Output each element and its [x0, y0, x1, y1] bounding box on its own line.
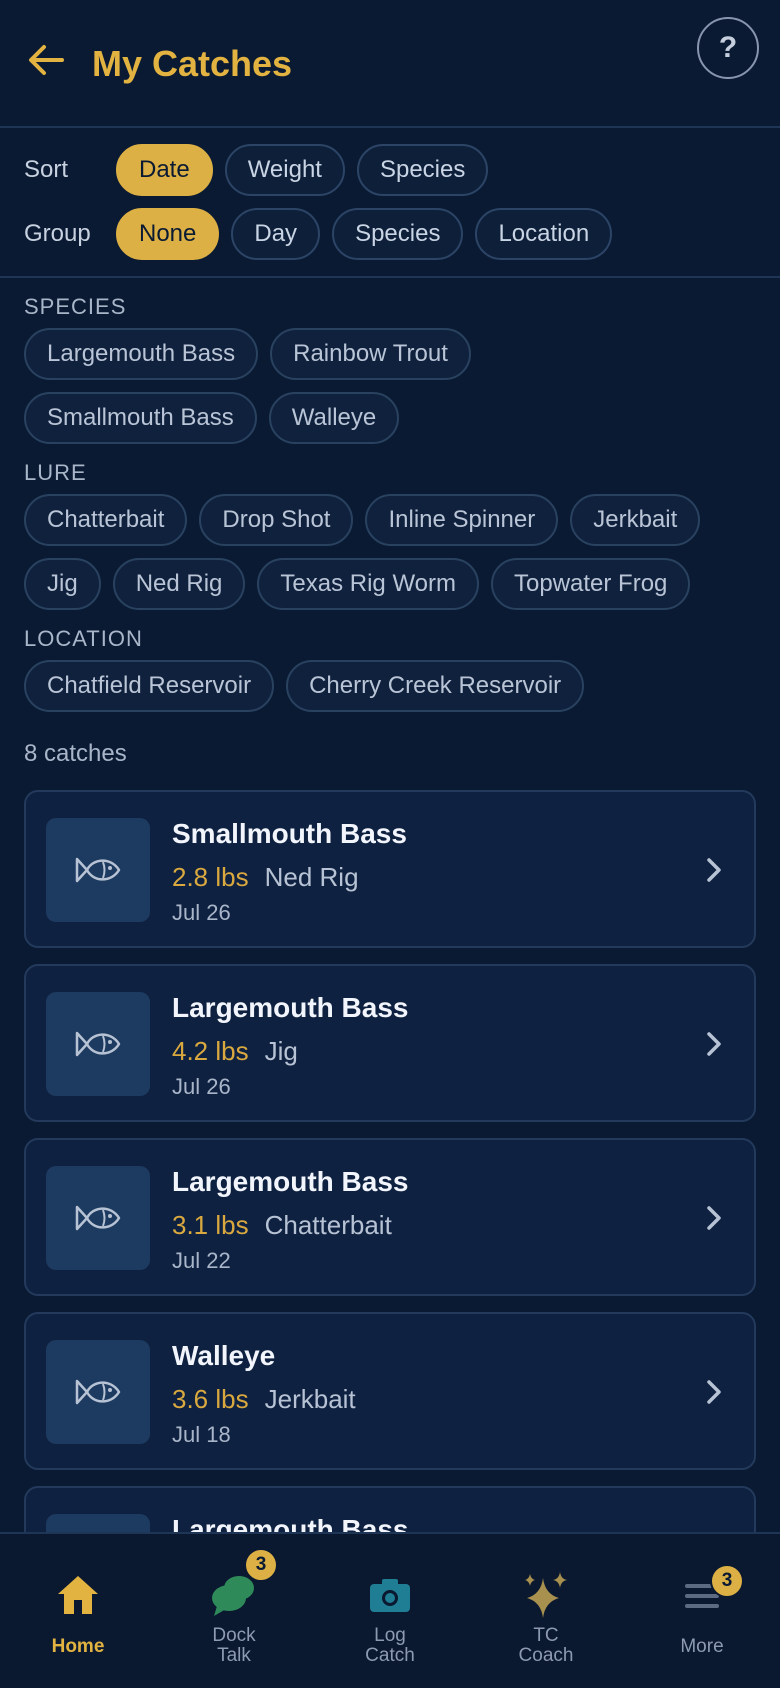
lure-filter-label: LURE [24, 460, 87, 485]
chevron-right-icon [707, 1380, 721, 1404]
sort-row: Sort Date Weight Species [24, 144, 500, 196]
species-chip[interactable]: Largemouth Bass [24, 328, 259, 380]
catch-lure: Jerkbait [264, 1384, 356, 1414]
lure-chip[interactable]: Ned Rig [112, 558, 246, 610]
camera-icon [370, 1579, 410, 1612]
nav-item-dock-talk[interactable]: 3 Dock Talk [156, 1534, 312, 1688]
species-chip[interactable]: Walleye [268, 392, 400, 444]
catch-thumbnail [46, 1514, 150, 1532]
catch-date: Jul 18 [172, 1422, 231, 1447]
chevron-right-icon [707, 1206, 721, 1230]
sort-option-species[interactable]: Species [356, 144, 489, 196]
nav-label: Dock Talk [212, 1625, 256, 1666]
lure-chip[interactable]: Jig [24, 558, 101, 610]
catch-date: Jul 22 [172, 1248, 231, 1273]
group-option-location[interactable]: Location [475, 208, 613, 260]
bottom-nav: Home 3 Dock Talk Log Catch TC Coach 3 Mo… [0, 1532, 780, 1688]
sort-group-controls: Sort Date Weight Species Group None Day … [0, 130, 780, 278]
catch-count: 8 catches [24, 740, 127, 767]
catch-thumbnail [46, 818, 150, 922]
help-button[interactable]: ? [697, 17, 759, 79]
catch-card[interactable]: Largemouth Bass 4.2 lbs Jig Jul 26 [24, 964, 756, 1122]
catch-weight: 3.6 lbs [172, 1384, 249, 1414]
nav-label: TC Coach [518, 1625, 574, 1666]
lure-chip[interactable]: Inline Spinner [365, 494, 559, 546]
catch-weight: 2.8 lbs [172, 862, 249, 892]
fish-icon [75, 1379, 121, 1405]
fish-icon [75, 857, 121, 883]
catch-thumbnail [46, 992, 150, 1096]
sparkle-icon [525, 1572, 567, 1618]
catch-thumbnail [46, 1166, 150, 1270]
catch-weight: 4.2 lbs [172, 1036, 249, 1066]
location-chip[interactable]: Cherry Creek Reservoir [286, 660, 585, 712]
chevron-right-icon [707, 858, 721, 882]
page-title: My Catches [92, 43, 293, 84]
lure-chip[interactable]: Drop Shot [199, 494, 354, 546]
more-badge: 3 [710, 1564, 744, 1598]
catch-species: Smallmouth Bass [172, 818, 407, 849]
sort-option-weight[interactable]: Weight [224, 144, 345, 196]
catch-lure: Jig [264, 1036, 298, 1066]
catch-meta: 3.6 lbs Jerkbait [172, 1384, 356, 1415]
group-option-none[interactable]: None [116, 208, 220, 260]
group-option-day[interactable]: Day [231, 208, 321, 260]
chevron-right-icon [707, 1032, 721, 1056]
catch-species: Largemouth Bass [172, 1166, 409, 1197]
sort-label: Sort [24, 156, 69, 183]
nav-item-more[interactable]: 3 More [624, 1534, 780, 1688]
group-option-species[interactable]: Species [332, 208, 464, 260]
nav-label: Log Catch [365, 1625, 415, 1666]
lure-chip[interactable]: Chatterbait [24, 494, 188, 546]
sort-option-date[interactable]: Date [116, 144, 213, 196]
catch-card[interactable]: Largemouth Bass 3.1 lbs Chatterbait Jul 2… [24, 1138, 756, 1296]
location-filter-section: LOCATION Chatfield Reservoir Cherry Cree… [24, 626, 744, 724]
species-chip[interactable]: Rainbow Trout [270, 328, 471, 380]
dock-talk-badge: 3 [244, 1548, 278, 1582]
lure-filter-section: LURE Chatterbait Drop Shot Inline Spinne… [24, 460, 744, 622]
lure-chip[interactable]: Topwater Frog [491, 558, 691, 610]
catch-lure: Ned Rig [264, 862, 359, 892]
fish-icon [75, 1205, 121, 1231]
catch-meta: 4.2 lbs Jig [172, 1036, 298, 1067]
species-filter-label: SPECIES [24, 294, 127, 319]
catch-thumbnail [46, 1340, 150, 1444]
catch-card[interactable]: Smallmouth Bass 2.8 lbs Ned Rig Jul 26 [24, 790, 756, 948]
catch-card[interactable]: Walleye 3.6 lbs Jerkbait Jul 18 [24, 1312, 756, 1470]
nav-item-tc-coach[interactable]: TC Coach [468, 1534, 624, 1688]
catch-lure: Chatterbait [264, 1210, 392, 1240]
catch-species: Largemouth Bass [172, 992, 409, 1023]
back-arrow-icon[interactable] [26, 40, 66, 80]
catch-weight: 3.1 lbs [172, 1210, 249, 1240]
lure-chip[interactable]: Jerkbait [570, 494, 701, 546]
catch-meta: 2.8 lbs Ned Rig [172, 862, 359, 893]
catch-date: Jul 26 [172, 900, 231, 925]
catch-date: Jul 26 [172, 1074, 231, 1099]
catch-meta: 3.1 lbs Chatterbait [172, 1210, 392, 1241]
group-row: Group None Day Species Location [24, 208, 624, 260]
catch-list[interactable]: Smallmouth Bass 2.8 lbs Ned Rig Jul 26 La… [24, 790, 756, 1532]
species-filter-section: SPECIES Largemouth Bass Rainbow Trout Sm… [24, 294, 724, 456]
nav-label: Home [51, 1636, 105, 1657]
fish-icon [75, 1031, 121, 1057]
species-chip[interactable]: Smallmouth Bass [24, 392, 257, 444]
app-header: My Catches ? [0, 0, 780, 128]
home-icon [58, 1576, 98, 1614]
group-label: Group [24, 220, 91, 247]
nav-label: More [680, 1636, 724, 1657]
location-filter-label: LOCATION [24, 626, 143, 651]
lure-chip[interactable]: Texas Rig Worm [257, 558, 479, 610]
nav-item-log-catch[interactable]: Log Catch [312, 1534, 468, 1688]
nav-item-home[interactable]: Home [0, 1534, 156, 1688]
catch-card[interactable]: Largemouth Bass [24, 1486, 756, 1532]
catch-species: Walleye [172, 1340, 276, 1371]
catch-species: Largemouth Bass [172, 1514, 409, 1532]
location-chip[interactable]: Chatfield Reservoir [24, 660, 275, 712]
